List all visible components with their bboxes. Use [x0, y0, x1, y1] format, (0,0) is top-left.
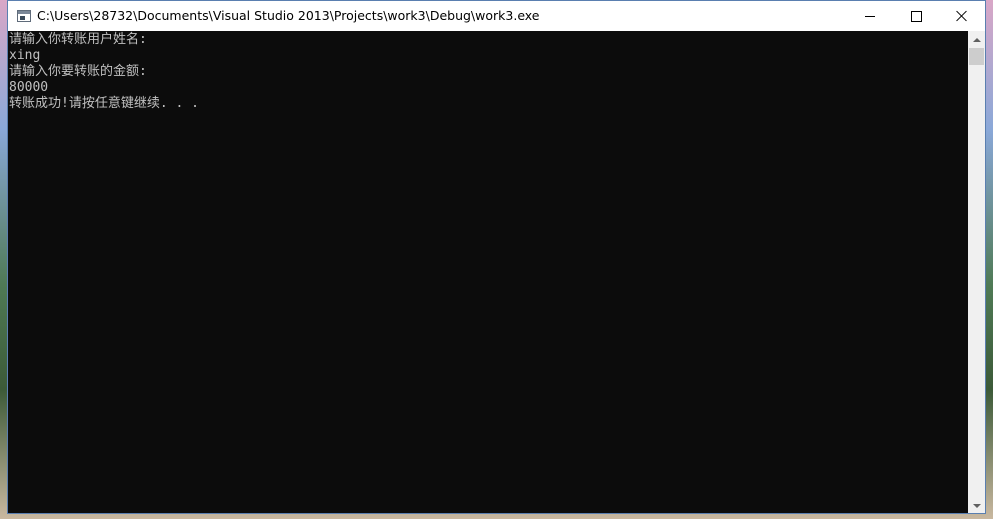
maximize-button[interactable] — [893, 1, 939, 31]
minimize-button[interactable] — [847, 1, 893, 31]
console-line-amount-input: 80000 — [9, 80, 49, 95]
close-icon — [956, 10, 968, 22]
console-line-prompt-username: 请输入你转账用户姓名: — [9, 32, 147, 47]
scroll-thumb[interactable] — [969, 48, 984, 65]
console-output[interactable]: 请输入你转账用户姓名: xing 请输入你要转账的金额: 80000 转账成功!… — [8, 31, 968, 513]
title-bar[interactable]: C:\Users\28732\Documents\Visual Studio 2… — [8, 1, 985, 31]
scroll-up-arrow-icon — [972, 37, 981, 42]
console-line-success-message: 转账成功!请按任意键继续. . . — [9, 96, 199, 111]
minimize-icon — [865, 15, 875, 17]
console-line-username-input: xing — [9, 48, 41, 63]
console-line-prompt-amount: 请输入你要转账的金额: — [9, 64, 147, 79]
scroll-down-button[interactable] — [968, 497, 985, 513]
window-title: C:\Users\28732\Documents\Visual Studio 2… — [37, 8, 540, 23]
scroll-up-button[interactable] — [968, 31, 985, 48]
vertical-scrollbar[interactable] — [968, 31, 985, 513]
maximize-icon — [910, 10, 922, 22]
close-button[interactable] — [939, 1, 985, 31]
scroll-down-arrow-icon — [972, 503, 981, 508]
console-app-icon[interactable] — [17, 10, 31, 22]
console-window: C:\Users\28732\Documents\Visual Studio 2… — [7, 0, 986, 514]
